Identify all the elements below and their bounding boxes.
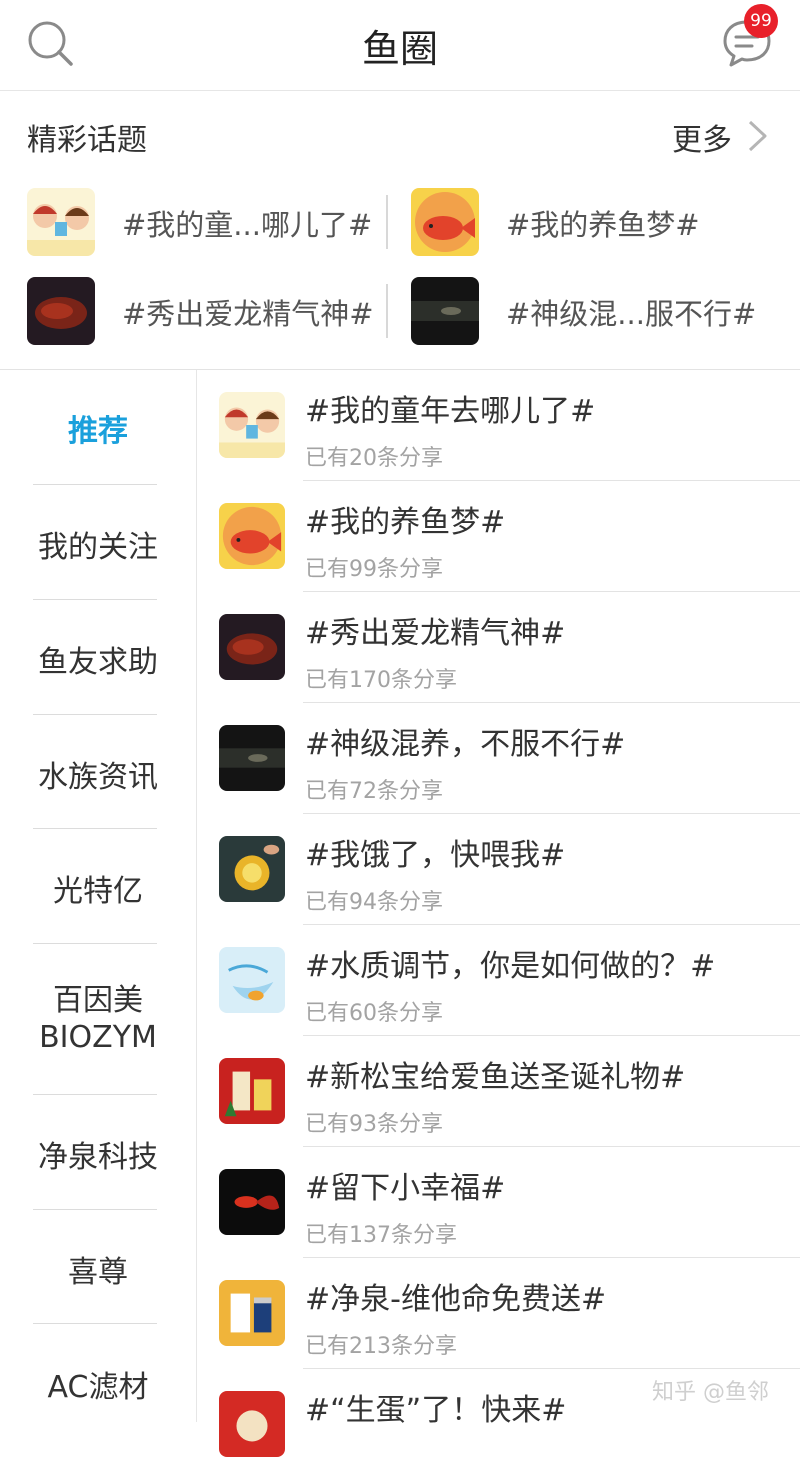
share-count: 已有137条分享 xyxy=(305,1223,457,1248)
topic-title: #秀出爱龙精气神# xyxy=(122,297,374,331)
list-item[interactable]: #净泉-维他命免费送# 已有213条分享 xyxy=(197,1258,800,1369)
list-item[interactable]: #我的童年去哪儿了# 已有20条分享 xyxy=(197,370,800,481)
featured-topic[interactable]: #我的童...哪儿了# xyxy=(27,188,377,256)
topic-thumbnail xyxy=(411,188,479,256)
topic-title: #我的童年去哪儿了# xyxy=(305,394,596,429)
topic-title: #我的养鱼梦# xyxy=(506,208,700,242)
topic-thumbnail xyxy=(219,614,285,680)
list-item[interactable]: #我的养鱼梦# 已有99条分享 xyxy=(197,481,800,592)
share-count: 已有94条分享 xyxy=(305,890,443,915)
list-item[interactable]: #新松宝给爱鱼送圣诞礼物# 已有93条分享 xyxy=(197,1036,800,1147)
category-sidebar: 推荐 我的关注 鱼友求助 水族资讯 光特亿 百因美 BIOZYM 净泉科技 喜尊… xyxy=(0,370,197,1422)
list-item[interactable]: #神级混养，不服不行# 已有72条分享 xyxy=(197,703,800,814)
featured-topic[interactable]: #秀出爱龙精气神# xyxy=(27,277,377,345)
share-count: 已有170条分享 xyxy=(305,668,457,693)
topic-title: #新松宝给爱鱼送圣诞礼物# xyxy=(305,1060,686,1095)
topic-thumbnail xyxy=(219,392,285,458)
sidebar-item-recommend[interactable]: 推荐 xyxy=(0,406,196,450)
sidebar-item-following[interactable]: 我的关注 xyxy=(0,522,196,566)
share-count: 已有99条分享 xyxy=(305,557,443,582)
sidebar-item-brand[interactable]: 光特亿 xyxy=(0,866,196,910)
topic-title: #水质调节，你是如何做的？# xyxy=(305,949,716,984)
topic-thumbnail xyxy=(219,725,285,791)
topic-thumbnail xyxy=(219,1058,285,1124)
watermark: 知乎 @鱼邻 xyxy=(652,1380,769,1405)
sidebar-item-brand[interactable]: AC滤材 xyxy=(0,1362,196,1406)
sidebar-item-brand[interactable]: 喜尊 xyxy=(0,1247,196,1291)
share-count: 已有93条分享 xyxy=(305,1112,443,1137)
topic-title: #秀出爱龙精气神# xyxy=(305,616,566,651)
topic-title: #“生蛋”了！快来# xyxy=(305,1393,567,1428)
topic-divider xyxy=(386,284,388,338)
more-link[interactable]: 更多 xyxy=(672,115,732,159)
topic-thumbnail xyxy=(219,1280,285,1346)
list-item[interactable]: #留下小幸福# 已有137条分享 xyxy=(197,1147,800,1258)
message-count-badge: 99 xyxy=(744,4,778,38)
topic-thumbnail xyxy=(411,277,479,345)
topic-title: #净泉-维他命免费送# xyxy=(305,1282,607,1317)
topic-thumbnail xyxy=(219,503,285,569)
topic-divider xyxy=(386,195,388,249)
share-count: 已有72条分享 xyxy=(305,779,443,804)
sidebar-item-help[interactable]: 鱼友求助 xyxy=(0,637,196,681)
sidebar-divider xyxy=(33,1323,157,1324)
featured-topic[interactable]: #神级混...服不行# xyxy=(411,277,771,345)
featured-topics-label: 精彩话题 xyxy=(27,123,147,158)
topic-thumbnail xyxy=(27,277,95,345)
topic-thumbnail xyxy=(27,188,95,256)
sidebar-divider xyxy=(33,943,157,944)
topic-thumbnail xyxy=(219,947,285,1013)
page-title: 鱼圈 xyxy=(361,27,438,71)
chevron-right-icon[interactable] xyxy=(744,119,770,153)
featured-topic[interactable]: #我的养鱼梦# xyxy=(411,188,771,256)
topic-title: #神级混...服不行# xyxy=(506,297,757,331)
sidebar-divider xyxy=(33,1209,157,1210)
sidebar-divider xyxy=(33,599,157,600)
share-count: 已有20条分享 xyxy=(305,446,443,471)
list-item[interactable]: #秀出爱龙精气神# 已有170条分享 xyxy=(197,592,800,703)
topic-title: #神级混养，不服不行# xyxy=(305,727,626,762)
sidebar-item-brand[interactable]: 净泉科技 xyxy=(0,1132,196,1176)
topic-title: #我的童...哪儿了# xyxy=(122,208,373,242)
share-count: 已有213条分享 xyxy=(305,1334,457,1359)
share-count: 已有60条分享 xyxy=(305,1001,443,1026)
top-bar: 鱼圈 99 xyxy=(0,0,800,91)
topic-title: #留下小幸福# xyxy=(305,1171,506,1206)
topic-thumbnail xyxy=(219,1169,285,1235)
topic-title: #我饿了，快喂我# xyxy=(305,838,566,873)
sidebar-item-brand[interactable]: 百因美 BIOZYM xyxy=(0,982,196,1056)
sidebar-divider xyxy=(33,1094,157,1095)
topic-thumbnail xyxy=(219,836,285,902)
featured-topics-section: 精彩话题 更多 #我的童...哪儿了# #我的养鱼梦# #秀出爱龙精气神# #神… xyxy=(0,91,800,370)
sidebar-item-news[interactable]: 水族资讯 xyxy=(0,752,196,796)
list-item[interactable]: #水质调节，你是如何做的？# 已有60条分享 xyxy=(197,925,800,1036)
sidebar-divider xyxy=(33,714,157,715)
sidebar-divider xyxy=(33,484,157,485)
list-item[interactable]: #我饿了，快喂我# 已有94条分享 xyxy=(197,814,800,925)
topic-thumbnail xyxy=(219,1391,285,1457)
sidebar-divider xyxy=(33,828,157,829)
topic-title: #我的养鱼梦# xyxy=(305,505,506,540)
